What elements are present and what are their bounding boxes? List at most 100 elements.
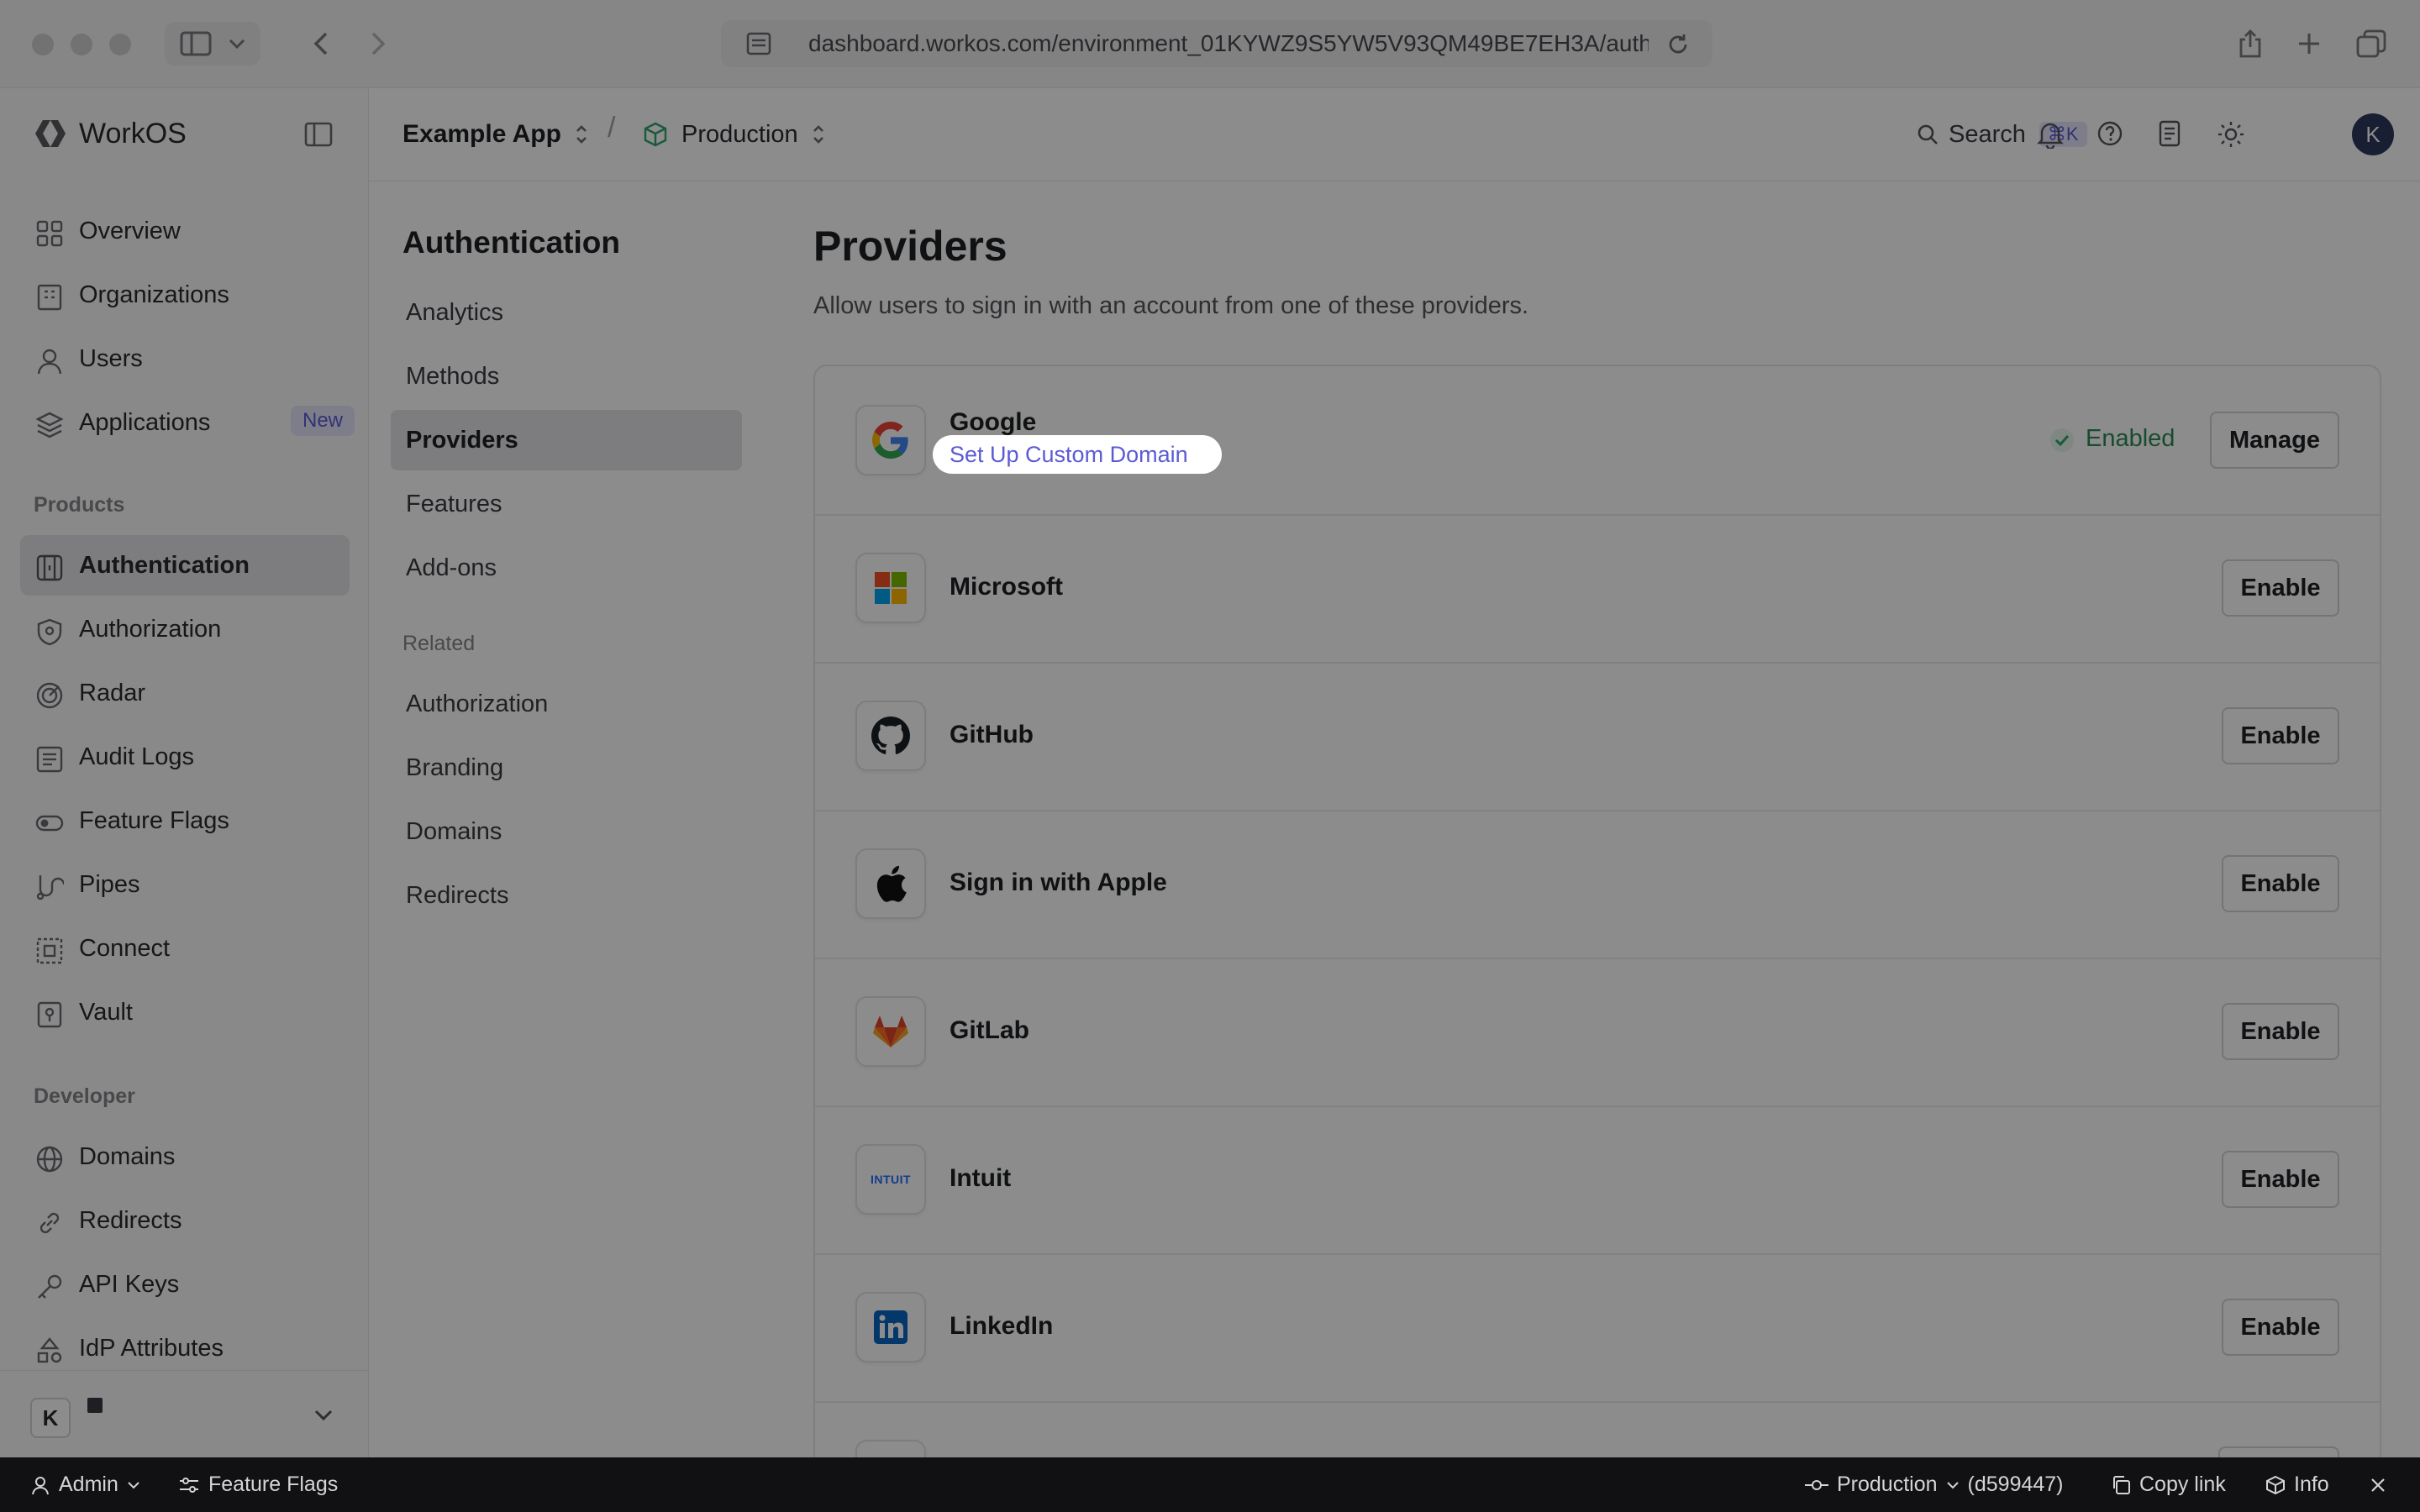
set-up-custom-domain-label: Set Up Custom Domain [950,442,1188,467]
tab-methods[interactable]: Methods [391,346,742,407]
feature-flags-button[interactable]: Feature Flags [178,1457,338,1512]
enable-button-partial[interactable] [2218,1446,2339,1457]
chevron-right-icon [371,31,386,56]
share-button[interactable] [2235,22,2265,66]
sidebar-item-label: IdP Attributes [79,1334,224,1362]
browser-chrome: dashboard.workos.com/environment_01KYWZ9… [0,0,2420,88]
sidebar-item-label: Applications [79,408,211,436]
enable-button[interactable]: Enable [2222,855,2339,912]
sidebar-item-users[interactable]: Users [20,328,350,389]
sidebar-item-audit-logs[interactable]: Audit Logs [20,727,350,787]
environment-switcher[interactable]: Production [643,113,825,155]
new-tab-button[interactable] [2294,22,2324,66]
tab-analytics[interactable]: Analytics [391,282,742,343]
panel-left-icon [304,122,333,147]
search-label: Search [1949,120,2026,148]
url-text: dashboard.workos.com/environment_01KYWZ9… [808,30,1649,56]
enable-button[interactable]: Enable [2222,707,2339,764]
enable-button[interactable]: Enable [2222,1003,2339,1060]
bell-icon[interactable] [2037,120,2064,149]
environment-switcher-bottom[interactable]: Production (d599447) [1805,1457,2064,1512]
status-badge: Enabled [2086,425,2175,452]
sidebar-item-applications[interactable]: Applications New [20,392,355,453]
window-zoom-button[interactable] [109,34,131,55]
chevron-left-icon [313,31,329,56]
sidebar-item-redirects[interactable]: Redirects [20,1190,350,1251]
sidebar-item-label: Feature Flags [79,806,229,834]
sidebar-item-feature-flags[interactable]: Feature Flags [20,790,350,851]
commit-icon [1805,1477,1828,1494]
list-icon [35,745,64,774]
theme-sun-icon[interactable] [2217,120,2245,149]
building-icon [35,283,64,312]
intuit-logo-text: INTUIT [870,1173,912,1186]
sidebar-item-vault[interactable]: Vault [20,982,350,1042]
tab-features[interactable]: Features [391,474,742,534]
window-close-button[interactable] [32,34,54,55]
sidebar-item-domains[interactable]: Domains [20,1126,350,1187]
box-icon [2265,1475,2286,1495]
role-switcher[interactable]: Admin [30,1457,140,1512]
gitlab-logo-icon [855,996,926,1067]
sidebar-item-label: Organizations [79,281,229,308]
back-button[interactable] [304,22,338,66]
user-avatar[interactable]: K [2352,113,2394,155]
sidebar-item-label: Redirects [79,1206,182,1234]
enable-button[interactable]: Enable [2222,1151,2339,1208]
tab-providers[interactable]: Providers [391,410,742,470]
window-minimize-button[interactable] [71,34,92,55]
sidebar-item-label: Audit Logs [79,743,195,770]
environment-label: Production [1837,1473,1938,1496]
manage-button[interactable]: Manage [2210,412,2339,469]
set-up-custom-domain-link[interactable]: Set Up Custom Domain [933,435,1222,474]
team-avatar: K [30,1398,71,1438]
copy-link-button[interactable]: Copy link [2111,1457,2226,1512]
sidebar-item-overview[interactable]: Overview [20,201,350,261]
chevrons-updown-icon [812,123,825,145]
key-icon [35,1273,64,1301]
environment-name: Production [681,120,798,148]
sidebar-footer[interactable]: K [0,1370,368,1458]
related-item-domains[interactable]: Domains [391,801,742,862]
sidebar-item-label: Users [79,344,143,372]
linkedin-logo-icon [855,1292,926,1362]
provider-row-github: GitHub Enable [815,662,2380,811]
sidebar-item-radar[interactable]: Radar [20,663,350,723]
main-content: Providers Allow users to sign in with an… [790,181,2420,1457]
provider-name: Google [950,408,1037,436]
sidebar-item-organizations[interactable]: Organizations [20,265,350,325]
related-item-authorization[interactable]: Authorization [391,674,742,734]
sidebar-item-authorization[interactable]: Authorization [20,599,350,659]
forward-button[interactable] [361,22,395,66]
sidebar-toggle-button[interactable] [165,22,260,66]
check-circle-icon [2049,427,2075,454]
sidebar-item-authentication[interactable]: Authentication [20,535,350,596]
enable-button[interactable]: Enable [2222,1299,2339,1356]
app-switcher[interactable]: Example App [402,113,588,155]
help-icon[interactable] [2096,120,2123,147]
workos-logo[interactable]: WorkOS [32,117,187,150]
provider-row-linkedin: LinkedIn Enable [815,1253,2380,1403]
sidebar-item-connect[interactable]: Connect [20,918,350,979]
layers-icon [35,411,64,439]
enable-button[interactable]: Enable [2222,559,2339,617]
toggle-icon [35,809,64,837]
provider-row-microsoft: Microsoft Enable [815,514,2380,664]
sidebar-item-api-keys[interactable]: API Keys [20,1254,350,1315]
related-item-branding[interactable]: Branding [391,738,742,798]
vault-icon [35,1000,64,1029]
tab-add-ons[interactable]: Add-ons [391,538,742,598]
tab-overview-button[interactable] [2354,22,2388,66]
sidebar-item-pipes[interactable]: Pipes [20,854,350,915]
collapse-sidebar-button[interactable] [304,122,333,147]
related-item-redirects[interactable]: Redirects [391,865,742,926]
subnav-item-label: Branding [406,754,504,781]
info-button[interactable]: Info [2265,1457,2329,1512]
subnav-item-label: Features [406,491,502,517]
close-toolbar-button[interactable] [2370,1457,2386,1512]
subnav-item-label: Methods [406,363,500,390]
address-bar[interactable]: dashboard.workos.com/environment_01KYWZ9… [721,20,1712,67]
docs-icon[interactable] [2157,120,2182,147]
sidebar-item-label: Vault [79,998,133,1026]
reload-icon[interactable] [1665,32,1691,57]
